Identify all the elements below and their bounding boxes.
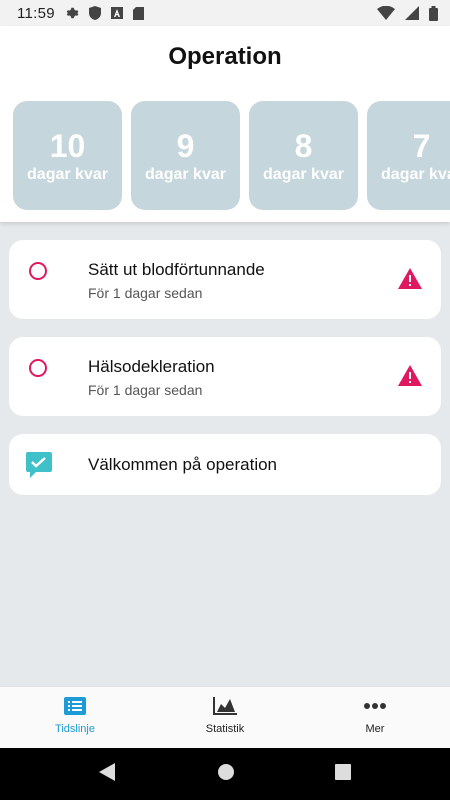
day-count: 7 — [412, 127, 431, 164]
task-checkbox[interactable] — [29, 359, 47, 377]
day-count: 8 — [294, 127, 313, 164]
system-navigation-bar — [0, 748, 450, 800]
font-icon — [110, 7, 123, 19]
wifi-icon — [377, 6, 395, 20]
settings-icon — [65, 6, 79, 20]
nav-item-more[interactable]: Mer — [300, 687, 450, 749]
warning-icon — [398, 268, 422, 294]
task-item-welcome[interactable]: Välkommen på operation — [9, 434, 441, 495]
chat-check-icon — [26, 452, 52, 483]
status-bar: 11:59 — [0, 0, 450, 26]
task-item-blood-thinner[interactable]: Sätt ut blodförtunnande För 1 dagar seda… — [9, 240, 441, 319]
day-card[interactable]: 9 dagar kvar — [131, 101, 240, 210]
day-count: 10 — [49, 127, 86, 164]
header: Operation 10 dagar kvar 9 dagar kvar 8 d… — [0, 26, 450, 222]
day-label: dagar kvar — [145, 165, 226, 183]
task-title: Välkommen på operation — [88, 455, 278, 474]
day-count: 9 — [176, 127, 195, 164]
task-subtitle: För 1 dagar sedan — [88, 285, 203, 301]
task-title: Sätt ut blodförtunnande — [88, 260, 265, 279]
nav-item-statistics[interactable]: Statistik — [150, 687, 300, 749]
list-icon — [64, 697, 86, 723]
day-card[interactable]: 8 dagar kvar — [249, 101, 358, 210]
more-icon — [363, 697, 387, 723]
shield-icon — [88, 6, 101, 20]
day-label: dagar kvar — [27, 165, 108, 183]
battery-icon — [429, 5, 438, 21]
task-checkbox[interactable] — [29, 262, 47, 280]
task-item-health-declaration[interactable]: Hälsodekleration För 1 dagar sedan — [9, 337, 441, 416]
days-countdown-row[interactable]: 10 dagar kvar 9 dagar kvar 8 dagar kvar … — [13, 101, 450, 210]
bottom-navigation: Tidslinje Statistik Mer — [0, 686, 450, 749]
back-icon[interactable] — [99, 762, 117, 786]
home-icon[interactable] — [217, 763, 235, 786]
task-title: Hälsodekleration — [88, 357, 215, 376]
recents-icon[interactable] — [335, 763, 351, 785]
day-label: dagar kvar — [381, 165, 450, 183]
nav-label: Mer — [365, 723, 385, 735]
chart-icon — [213, 697, 237, 723]
day-label: dagar kvar — [263, 165, 344, 183]
sim-card-icon — [132, 6, 144, 20]
day-card[interactable]: 7 dagar kvar — [367, 101, 450, 210]
task-subtitle: För 1 dagar sedan — [88, 382, 203, 398]
nav-label: Statistik — [205, 723, 245, 735]
warning-icon — [398, 365, 422, 391]
nav-item-timeline[interactable]: Tidslinje — [0, 687, 150, 749]
day-card[interactable]: 10 dagar kvar — [13, 101, 122, 210]
task-list: Sätt ut blodförtunnande För 1 dagar seda… — [9, 240, 441, 513]
signal-icon — [405, 6, 419, 20]
nav-label: Tidslinje — [55, 723, 95, 735]
page-title: Operation — [168, 43, 282, 70]
status-time: 11:59 — [17, 4, 55, 22]
